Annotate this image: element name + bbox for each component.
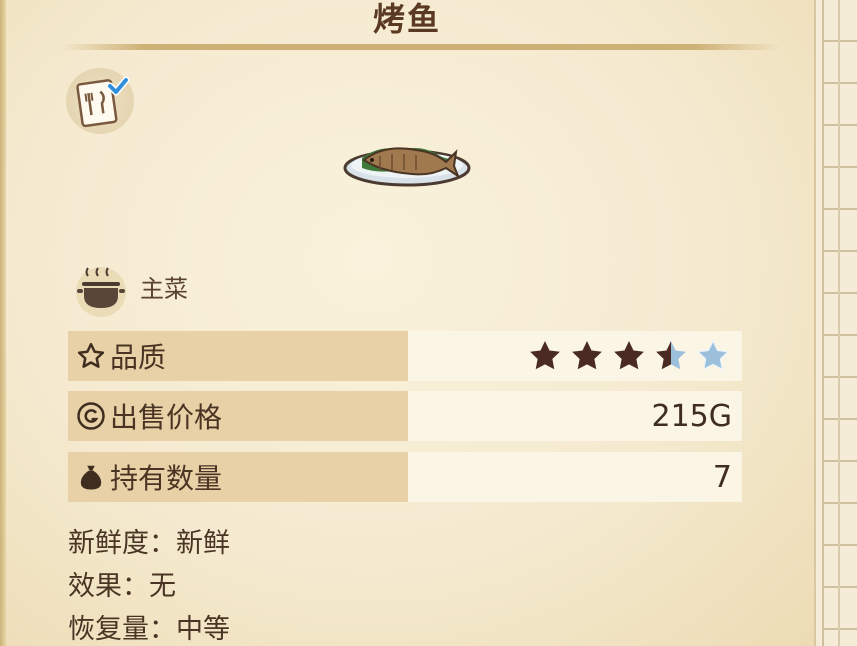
sell-price-value: 215G xyxy=(408,391,742,441)
grilled-fish-image xyxy=(340,128,475,190)
freshness-text: 新鲜度：新鲜 xyxy=(68,528,230,559)
menu-registered-badge[interactable] xyxy=(66,68,134,134)
star-empty-icon xyxy=(696,339,730,371)
dish-category-label: 主菜 xyxy=(140,275,188,303)
star-filled-icon xyxy=(614,341,644,370)
star-filled-icon xyxy=(530,341,560,370)
quality-stars xyxy=(526,338,732,374)
coin-g-icon xyxy=(74,399,108,433)
dish-title: 烤鱼 xyxy=(372,0,441,38)
menu-card-check-icon xyxy=(76,76,130,128)
recovery-text: 恢复量：中等 xyxy=(68,614,230,645)
quantity-value: 7 xyxy=(408,452,742,502)
cooking-pot-icon xyxy=(68,262,134,318)
quality-row: 品质 xyxy=(68,331,742,381)
money-bag-icon xyxy=(74,460,108,494)
next-page-edge xyxy=(814,0,857,646)
page-lines xyxy=(838,0,840,646)
quantity-row: 持有数量 7 xyxy=(68,452,742,502)
star-outline-icon xyxy=(74,339,108,373)
sell-price-label-cell: 出售价格 xyxy=(68,391,408,441)
quality-label: 品质 xyxy=(110,341,167,374)
star-half-icon xyxy=(656,341,686,370)
sell-price-label: 出售价格 xyxy=(110,401,223,434)
quantity-label-cell: 持有数量 xyxy=(68,452,408,502)
quality-label-cell: 品质 xyxy=(68,331,408,381)
star-filled-icon xyxy=(572,341,602,370)
quantity-label: 持有数量 xyxy=(110,462,223,495)
quality-value-cell xyxy=(408,331,742,381)
title-divider xyxy=(60,44,780,50)
effect-text: 效果：无 xyxy=(68,571,176,602)
sell-price-row: 出售价格 215G xyxy=(68,391,742,441)
